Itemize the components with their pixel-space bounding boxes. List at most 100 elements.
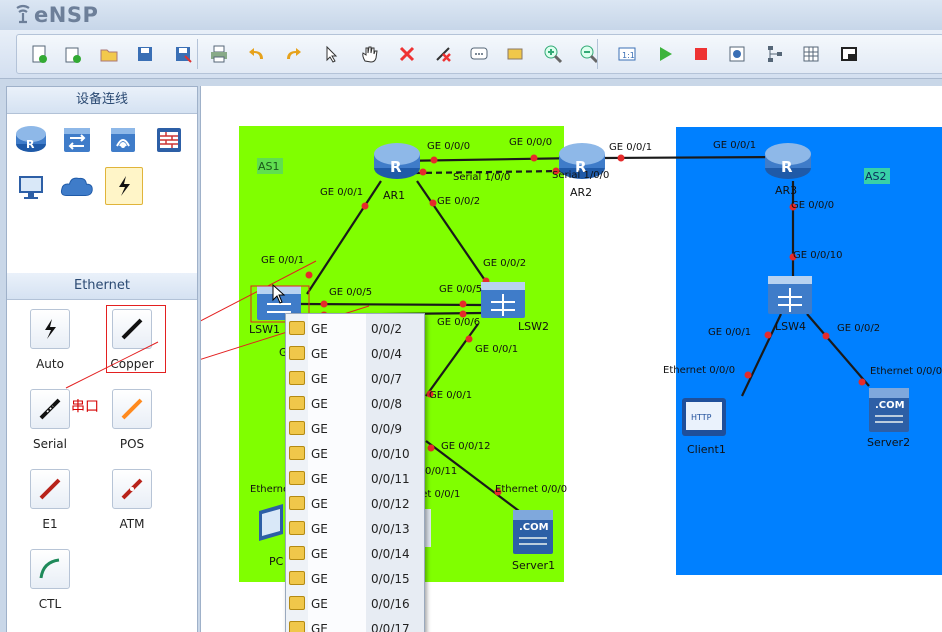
delete-icon [399, 46, 415, 62]
topology-icon [768, 46, 782, 62]
logo-icon [16, 4, 30, 24]
redo-button[interactable] [281, 42, 305, 66]
port-type: GE [311, 497, 328, 511]
svg-text:R: R [781, 158, 793, 176]
stop-button[interactable] [689, 42, 713, 66]
port-menu-item[interactable]: GE 0/0/4 [286, 341, 424, 366]
open-button[interactable] [97, 42, 121, 66]
port-number: 0/0/14 [371, 547, 410, 561]
port-menu-item[interactable]: GE 0/0/12 [286, 491, 424, 516]
server1-icon[interactable]: .COM [513, 510, 553, 554]
sw3-ge0011-label: 0/0/11 [425, 466, 458, 477]
lsw2-ge002-label: GE 0/0/2 [483, 258, 527, 269]
sw3-ge0012-label: GE 0/0/12 [441, 441, 491, 452]
as2-area [676, 127, 942, 575]
cloud-icon[interactable] [59, 169, 95, 205]
port-type: GE [311, 322, 328, 336]
select-button[interactable] [319, 42, 343, 66]
link-type-atm[interactable]: ATM [97, 469, 167, 549]
fit-view-button[interactable]: 1:1 [615, 42, 639, 66]
server2-label: Server2 [867, 436, 911, 449]
delete-button[interactable] [395, 42, 419, 66]
new-lab-icon [65, 47, 81, 63]
ethernet-port-icon [289, 321, 305, 335]
text-note-button[interactable] [467, 42, 491, 66]
new-lab-button[interactable] [61, 42, 85, 66]
pc-icon[interactable] [13, 169, 49, 205]
port-number: 0/0/17 [371, 622, 410, 632]
router-icon[interactable]: R [13, 121, 49, 157]
port-type: GE [311, 397, 328, 411]
port-menu-item[interactable]: GE 0/0/7 [286, 366, 424, 391]
save-as-button[interactable] [171, 42, 195, 66]
switch-icon[interactable] [59, 121, 95, 157]
undo-button[interactable] [245, 42, 269, 66]
pc-partial-label: PC [269, 555, 284, 568]
port-number: 0/0/9 [371, 422, 402, 436]
new-topology-button[interactable] [27, 42, 51, 66]
port-menu-item[interactable]: GE 0/0/8 [286, 391, 424, 416]
port-menu-item[interactable]: GE 0/0/14 [286, 541, 424, 566]
port-type: GE [311, 547, 328, 561]
svg-text:.COM: .COM [519, 522, 549, 533]
link-type-e1[interactable]: E1 [15, 469, 85, 549]
ar2-label: AR2 [570, 186, 593, 199]
lsw4-ge001-label: GE 0/0/1 [708, 327, 752, 338]
server1-label: Server1 [512, 559, 556, 572]
lsw1-ge005-label: GE 0/0/5 [329, 287, 373, 298]
port-number: 0/0/4 [371, 347, 402, 361]
screenshot-button[interactable] [837, 42, 861, 66]
port-menu-item[interactable]: GE 0/0/10 [286, 441, 424, 466]
start-button[interactable] [653, 42, 677, 66]
ethernet-port-icon [289, 346, 305, 360]
ar3-label: AR3 [775, 184, 798, 197]
as1-label-label: AS1 [258, 160, 280, 173]
port-menu-item[interactable]: GE 0/0/15 [286, 566, 424, 591]
client1-icon[interactable]: HTTP [682, 398, 726, 436]
grid-icon [803, 46, 819, 62]
stop-icon [695, 48, 707, 60]
svg-text:1:1: 1:1 [622, 51, 635, 60]
ar1-ge001-label: GE 0/0/1 [320, 187, 364, 198]
capture-button[interactable] [725, 42, 749, 66]
ar2-serial-label: Serial 1/0/0 [552, 170, 610, 181]
print-button[interactable] [207, 42, 231, 66]
port-menu-item[interactable]: GE 0/0/17 [286, 616, 424, 632]
switch-lsw2-icon[interactable] [481, 282, 525, 318]
rectangle-button[interactable] [503, 42, 527, 66]
port-menu-item[interactable]: GE 0/0/11 [286, 466, 424, 491]
firewall-icon[interactable] [151, 121, 187, 157]
grid-button[interactable] [799, 42, 823, 66]
port-menu-item[interactable]: GE 0/0/2 [286, 316, 424, 341]
ar2-ge000-label: GE 0/0/0 [509, 137, 553, 148]
port-menu-item[interactable]: GE 0/0/9 [286, 416, 424, 441]
link-type-ctl[interactable]: CTL [15, 549, 85, 629]
port-type: GE [311, 522, 328, 536]
port-selection-menu: GE 0/0/2 GE 0/0/4 GE 0/0/7 GE 0/0/8 GE 0/0/9 GE 0/0… [285, 313, 425, 632]
link-type-pos[interactable]: POS [97, 389, 167, 469]
pan-hand-button[interactable] [357, 42, 381, 66]
router-ar3-icon[interactable]: R [765, 143, 811, 179]
link-icon[interactable] [105, 167, 143, 205]
ctl-link-icon [30, 549, 70, 589]
atm-link-icon [112, 469, 152, 509]
client1-label: Client1 [687, 443, 726, 456]
server2-eth-label: Ethernet 0/0/0 [870, 366, 942, 377]
fit-view-icon: 1:1 [618, 47, 636, 61]
save-button[interactable] [133, 42, 157, 66]
switch-lsw4-icon[interactable] [768, 276, 812, 314]
server2-icon[interactable]: .COM [869, 388, 909, 432]
zoom-in-button[interactable] [541, 42, 565, 66]
wireless-icon[interactable] [105, 121, 141, 157]
port-type: GE [311, 422, 328, 436]
delete-link-button[interactable] [431, 42, 455, 66]
zoom-in-icon [544, 45, 563, 64]
save-icon [138, 47, 152, 61]
topology-button[interactable] [763, 42, 787, 66]
port-menu-item[interactable]: GE 0/0/16 [286, 591, 424, 616]
link-type-label: CTL [38, 597, 62, 611]
port-menu-item[interactable]: GE 0/0/13 [286, 516, 424, 541]
port-number: 0/0/7 [371, 372, 402, 386]
router-ar1-icon[interactable]: R [374, 143, 420, 179]
app-logo: eNSP [14, 3, 98, 27]
